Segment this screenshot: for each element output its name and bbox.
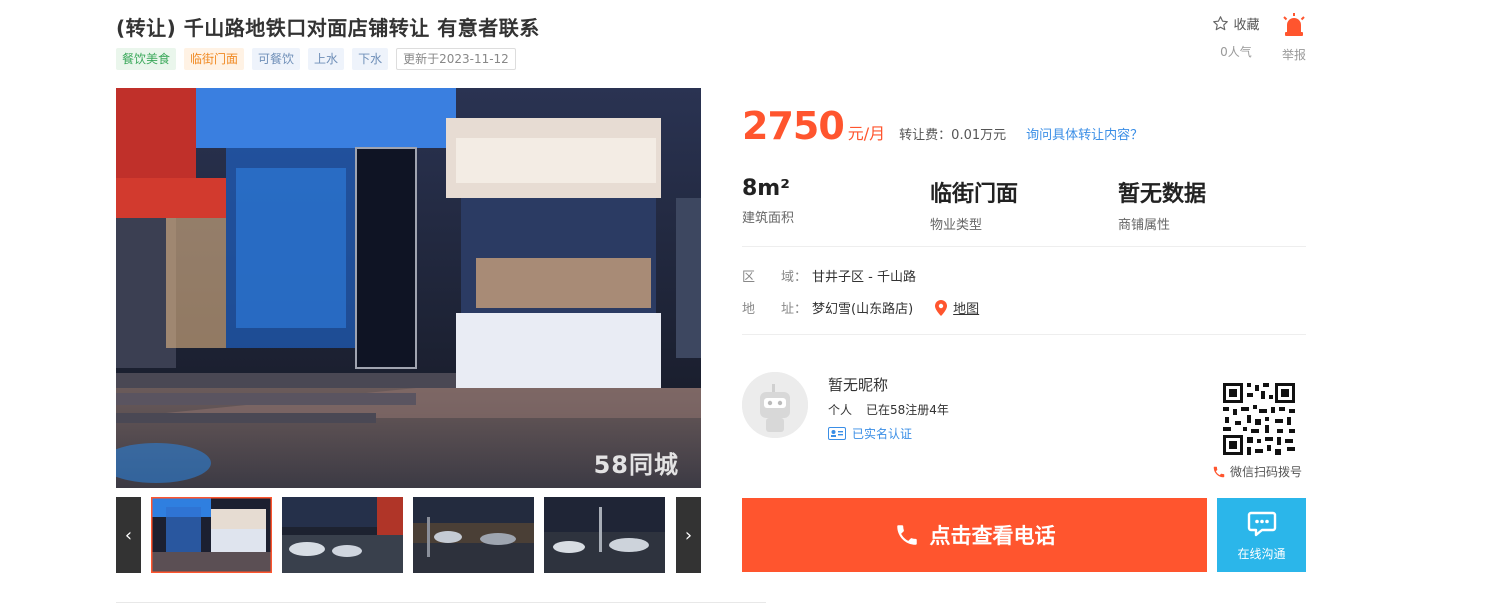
address-key: 地 址： <box>742 302 808 317</box>
poster-type: 个人 <box>828 403 853 417</box>
view-phone-button[interactable]: 点击查看电话 <box>742 498 1207 572</box>
storefront-photo <box>116 88 701 488</box>
robot-avatar-icon <box>742 372 808 438</box>
rent-price: 2750 <box>742 104 845 148</box>
thumbnail-2[interactable] <box>282 497 403 573</box>
area-key: 区 域： <box>742 270 808 285</box>
stat-value: 暂无数据 <box>1118 182 1207 207</box>
phone-icon <box>896 525 917 545</box>
qr-code <box>1221 381 1297 457</box>
stat-shop-attribute: 暂无数据 商铺属性 <box>1118 176 1206 233</box>
price-row: 2750 元/月 转让费：0.01万元 询问具体转让内容？ <box>742 104 1143 148</box>
chevron-right-icon: › <box>684 524 693 546</box>
online-chat-button[interactable]: 在线沟通 <box>1217 498 1306 572</box>
watermark: 58同城 <box>593 451 679 479</box>
listing-title: (转让) 千山路地铁口对面店铺转让 有意者联系 <box>116 16 540 40</box>
chat-bubble-icon <box>1247 511 1276 536</box>
map-pin-icon <box>935 299 948 316</box>
report-button[interactable]: 举报 <box>1278 12 1310 63</box>
rent-unit: 元/月 <box>847 124 886 143</box>
inquiry-link[interactable]: 询问具体转让内容？ <box>1026 124 1143 143</box>
online-chat-label: 在线沟通 <box>1237 546 1286 561</box>
favorite-button[interactable]: 收藏 0人气 <box>1208 14 1264 60</box>
thumbnail-image <box>544 497 665 573</box>
verified-badge: 已实名认证 <box>828 425 912 442</box>
stat-value: 临街门面 <box>930 182 1019 207</box>
stat-value: 8m² <box>742 176 790 201</box>
alarm-icon <box>1283 13 1305 36</box>
tag-water-supply: 上水 <box>308 48 345 70</box>
qr-code-icon <box>1221 381 1297 457</box>
tag-catering: 可餐饮 <box>252 48 301 70</box>
verified-label: 已实名认证 <box>852 427 913 441</box>
main-photo[interactable]: 58同城 <box>116 88 701 488</box>
star-icon <box>1213 16 1229 31</box>
map-link-label: 地图 <box>953 302 980 317</box>
qr-caption-label: 微信扫码拨号 <box>1230 465 1303 479</box>
poster-name: 暂无昵称 <box>828 376 889 394</box>
qr-caption: 微信扫码拨号 <box>1212 463 1302 480</box>
address-value: 梦幻雪(山东路店) <box>812 302 914 317</box>
divider <box>742 246 1306 247</box>
tag-list: 餐饮美食 临街门面 可餐饮 上水 下水 更新于2023-11-12 <box>116 48 516 70</box>
poster-registered: 已在58注册4年 <box>866 403 949 417</box>
thumbnail-1[interactable] <box>151 497 272 573</box>
stat-label: 商铺属性 <box>1118 218 1171 233</box>
stat-label: 建筑面积 <box>742 211 795 226</box>
transfer-fee: 转让费：0.01万元 <box>899 128 1007 143</box>
stat-area: 8m² 建筑面积 <box>742 176 794 226</box>
poster-meta: 个人 已在58注册4年 <box>828 401 949 418</box>
thumbnail-3[interactable] <box>413 497 534 573</box>
map-link[interactable]: 地图 <box>933 298 979 317</box>
stat-property-type: 临街门面 物业类型 <box>930 176 1018 233</box>
favorite-label: 收藏 <box>1233 18 1260 33</box>
avatar <box>742 372 808 438</box>
tag-drainage: 下水 <box>352 48 389 70</box>
area-row: 区 域： 甘井子区 - 千山路 <box>742 266 916 285</box>
prev-photo-button[interactable]: ‹ <box>116 497 141 573</box>
tag-category: 餐饮美食 <box>116 48 177 70</box>
phone-icon <box>1213 466 1225 477</box>
section-divider <box>116 602 766 603</box>
view-phone-label: 点击查看电话 <box>929 524 1056 548</box>
address-row: 地 址： 梦幻雪(山东路店) 地图 <box>742 298 979 317</box>
tag-storefront: 临街门面 <box>184 48 245 70</box>
thumbnail-image <box>151 497 272 573</box>
thumbnail-4[interactable] <box>544 497 665 573</box>
popularity-count: 0人气 <box>1220 45 1252 59</box>
chevron-left-icon: ‹ <box>124 524 133 546</box>
id-card-icon <box>828 427 846 440</box>
thumbnail-strip: ‹ › <box>116 497 701 573</box>
thumbnail-image <box>282 497 403 573</box>
next-photo-button[interactable]: › <box>676 497 701 573</box>
thumbnail-image <box>413 497 534 573</box>
update-date: 更新于2023-11-12 <box>396 48 516 70</box>
stat-label: 物业类型 <box>930 218 983 233</box>
report-label: 举报 <box>1281 48 1306 62</box>
area-value[interactable]: 甘井子区 - 千山路 <box>812 266 916 285</box>
divider <box>742 334 1306 335</box>
